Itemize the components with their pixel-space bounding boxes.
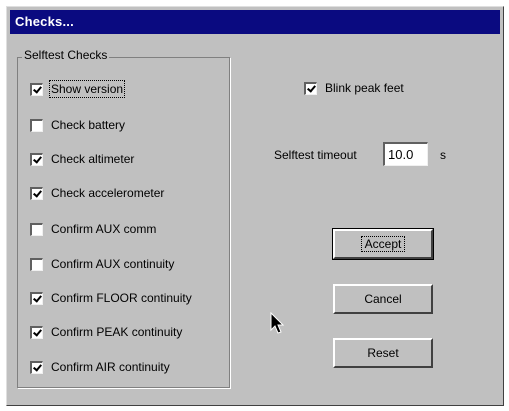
blink-peak-feet-label: Blink peak feet <box>325 81 404 95</box>
checkbox-label: Check altimeter <box>51 152 135 166</box>
selftest-timeout-input[interactable] <box>383 142 428 166</box>
selftest-check-item[interactable]: Check battery <box>30 116 125 134</box>
checkbox-label: Confirm PEAK continuity <box>51 325 183 339</box>
selftest-check-item[interactable]: Confirm PEAK continuity <box>30 323 182 341</box>
selftest-check-item[interactable]: Confirm FLOOR continuity <box>30 289 192 307</box>
checkbox-box[interactable] <box>30 186 43 200</box>
selftest-check-item[interactable]: Show version <box>30 80 126 98</box>
dialog-title: Checks... <box>10 10 500 34</box>
checkbox-label: Check accelerometer <box>51 186 165 200</box>
reset-button[interactable]: Reset <box>333 338 433 368</box>
selftest-check-item[interactable]: Check altimeter <box>30 150 134 168</box>
checkbox-box[interactable] <box>30 118 43 132</box>
timeout-unit: s <box>440 148 446 162</box>
selftest-check-item[interactable]: Confirm AUX continuity <box>30 255 174 273</box>
reset-button-label: Reset <box>367 346 399 360</box>
checkbox-label: Confirm FLOOR continuity <box>51 291 192 305</box>
checkbox-label: Show version <box>48 80 126 98</box>
selftest-timeout-label: Selftest timeout <box>274 148 357 162</box>
selftest-check-item[interactable]: Confirm AUX comm <box>30 220 156 238</box>
selftest-checks-legend: Selftest Checks <box>22 48 110 62</box>
checkbox-box[interactable] <box>30 325 43 339</box>
blink-peak-feet-checkbox[interactable]: Blink peak feet <box>304 79 404 97</box>
selftest-check-item[interactable]: Confirm AIR continuity <box>30 358 170 376</box>
mouse-pointer-icon <box>270 312 285 334</box>
cancel-button-label: Cancel <box>364 292 402 306</box>
accept-button-label: Accept <box>360 236 406 252</box>
checkbox-box[interactable] <box>30 222 43 236</box>
checkbox-box[interactable] <box>30 360 43 374</box>
blink-checkbox-box[interactable] <box>304 81 317 95</box>
checkbox-label: Check battery <box>51 118 126 132</box>
cancel-button[interactable]: Cancel <box>333 284 433 314</box>
checkbox-label: Confirm AIR continuity <box>51 360 170 374</box>
checkbox-box[interactable] <box>30 82 43 96</box>
checkbox-label: Confirm AUX comm <box>51 222 157 236</box>
checkbox-box[interactable] <box>30 257 43 271</box>
selftest-check-item[interactable]: Check accelerometer <box>30 184 164 202</box>
checkbox-box[interactable] <box>30 152 43 166</box>
checkbox-box[interactable] <box>30 291 43 305</box>
checkbox-label: Confirm AUX continuity <box>51 257 175 271</box>
accept-button[interactable]: Accept <box>332 228 434 260</box>
